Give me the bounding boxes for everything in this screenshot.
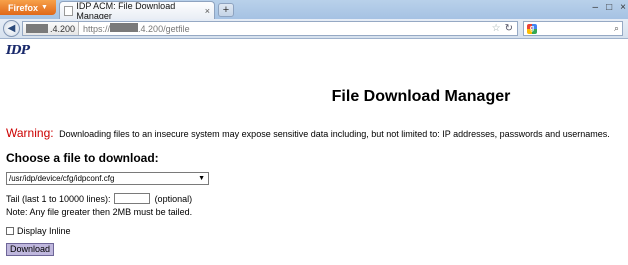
- close-window-icon[interactable]: ×: [620, 2, 626, 13]
- display-inline-checkbox[interactable]: [6, 227, 14, 235]
- browser-tab[interactable]: IDP ACM: File Download Manager ×: [59, 0, 215, 21]
- url-path: .4.200/getfile: [138, 24, 190, 34]
- bookmark-star-icon[interactable]: ☆: [492, 23, 501, 34]
- warning-message: Warning: Downloading files to an insecur…: [6, 126, 610, 140]
- file-select-value: /usr/idp/device/cfg/idpconf.cfg: [9, 174, 115, 183]
- tail-row: Tail (last 1 to 10000 lines): (optional): [6, 193, 192, 204]
- window-controls: – □ ×: [593, 2, 626, 13]
- reload-icon[interactable]: ↻: [505, 23, 513, 34]
- chevron-down-icon: ▼: [198, 175, 205, 182]
- firefox-menu-label: Firefox: [8, 2, 39, 13]
- chevron-down-icon: ▼: [41, 4, 48, 11]
- redacted-host: [26, 24, 48, 33]
- navigation-toolbar: ◀ .4.200 https:// .4.200/getfile ☆ ↻ g ⌕: [0, 19, 628, 39]
- tail-optional-label: (optional): [154, 193, 193, 204]
- google-icon[interactable]: g: [527, 23, 537, 34]
- url-prefix: https://: [83, 24, 111, 34]
- warning-label: Warning:: [6, 126, 54, 140]
- browser-title-bar: Firefox ▼ IDP ACM: File Download Manager…: [0, 0, 628, 21]
- size-note: Note: Any file greater then 2MB must be …: [6, 207, 193, 217]
- warning-text: Downloading files to an insecure system …: [59, 129, 610, 139]
- firefox-menu-button[interactable]: Firefox ▼: [0, 0, 56, 15]
- tail-label: Tail (last 1 to 10000 lines):: [6, 193, 111, 204]
- display-inline-row: Display Inline: [6, 226, 71, 236]
- url-text: https:// .4.200/getfile: [79, 23, 190, 34]
- file-select-dropdown[interactable]: /usr/idp/device/cfg/idpconf.cfg ▼: [6, 172, 209, 185]
- search-icon[interactable]: ⌕: [614, 23, 619, 34]
- download-button[interactable]: Download: [6, 243, 54, 256]
- new-tab-button[interactable]: +: [218, 3, 234, 17]
- minimize-icon[interactable]: –: [593, 2, 599, 13]
- idp-logo: IDP: [6, 43, 30, 57]
- address-bar[interactable]: .4.200 https:// .4.200/getfile ☆ ↻: [22, 21, 518, 36]
- page-favicon-icon: [64, 5, 74, 16]
- identity-host-suffix: .4.200: [50, 23, 76, 34]
- maximize-icon[interactable]: □: [606, 2, 612, 13]
- display-inline-label: Display Inline: [17, 226, 71, 236]
- back-arrow-icon: ◀: [7, 23, 16, 34]
- tail-lines-input[interactable]: [113, 193, 150, 204]
- choose-file-heading: Choose a file to download:: [6, 151, 159, 165]
- page-title: File Download Manager: [331, 88, 511, 105]
- site-identity-button[interactable]: .4.200: [23, 22, 80, 35]
- search-bar[interactable]: g ⌕: [523, 21, 623, 36]
- back-button[interactable]: ◀: [3, 20, 20, 37]
- close-tab-icon[interactable]: ×: [205, 6, 210, 16]
- redacted-url-host: [110, 23, 139, 32]
- tab-title: IDP ACM: File Download Manager: [76, 0, 176, 21]
